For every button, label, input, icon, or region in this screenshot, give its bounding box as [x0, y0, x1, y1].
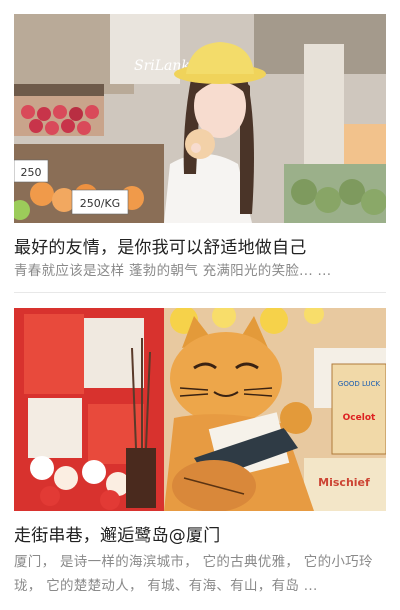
box-label: Mischief — [318, 476, 370, 489]
lucky-cat-shop-photo: GOOD LUCK Ocelot Mischief — [14, 308, 386, 511]
article-summary: 青春就应该是这样 蓬勃的朝气 充满阳光的笑脸... ... — [14, 263, 332, 279]
article-title[interactable]: 走街串巷，邂逅鹭岛@厦门 — [14, 521, 386, 546]
article-feed: 250 250/KG SriLanka 最好的友情，是你我可以舒适地做自己 青春… — [0, 0, 400, 610]
article-summary: 厦门， 是诗一样的海滨城市， 它的古典优雅， 它的小巧玲珑， 它的楚楚动人， 有… — [14, 554, 373, 594]
article-thumbnail[interactable]: GOOD LUCK Ocelot Mischief — [14, 308, 386, 511]
market-girl-photo: 250 250/KG SriLanka — [14, 14, 386, 223]
box-label: Ocelot — [343, 413, 376, 423]
article-title[interactable]: 最好的友情，是你我可以舒适地做自己 — [14, 233, 386, 258]
box-label: GOOD LUCK — [338, 380, 381, 388]
article-card[interactable]: GOOD LUCK Ocelot Mischief 走街串巷，邂逅鹭岛@厦门 厦… — [0, 293, 400, 610]
price-tag-label: 250/KG — [80, 197, 120, 210]
article-card[interactable]: 250 250/KG SriLanka 最好的友情，是你我可以舒适地做自己 青春… — [0, 0, 400, 292]
article-thumbnail[interactable]: 250 250/KG SriLanka — [14, 14, 386, 223]
price-tag-label: 250 — [21, 166, 42, 179]
